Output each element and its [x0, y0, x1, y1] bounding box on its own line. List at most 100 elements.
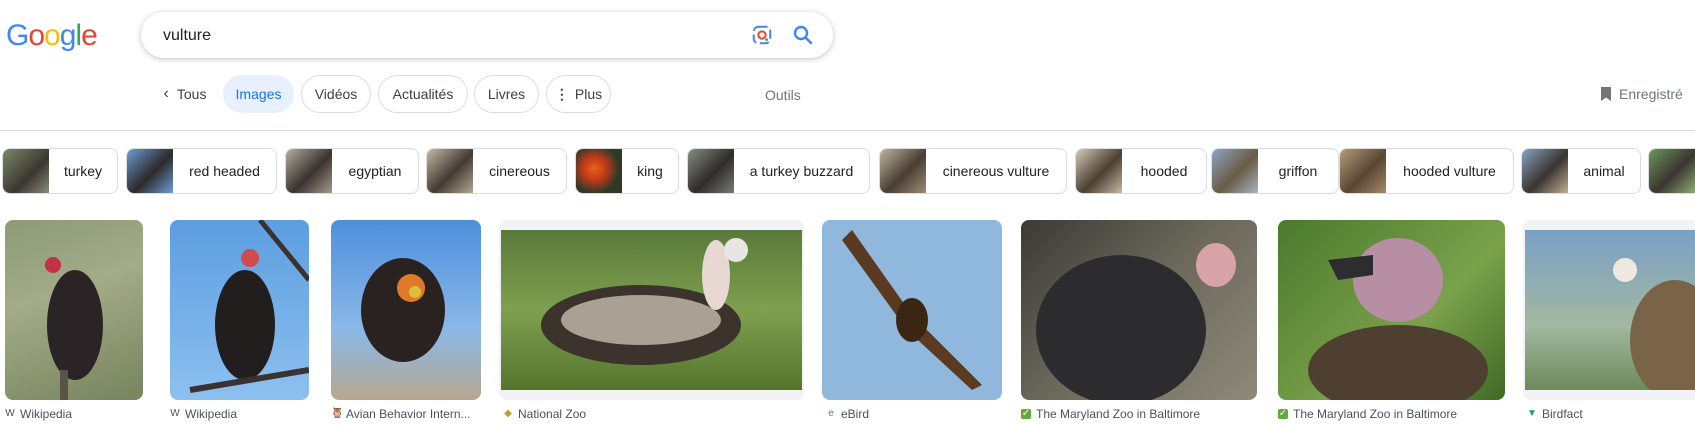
chip-label: egyptian	[348, 163, 402, 179]
logo-letter: o	[44, 19, 61, 52]
ebird-icon: e	[828, 408, 834, 419]
result-source[interactable]: 🦉 Avian Behavior Intern...	[331, 407, 471, 421]
logo-letter: o	[28, 19, 45, 52]
tab-books[interactable]: Livres	[474, 75, 539, 113]
search-box	[141, 12, 833, 60]
chip-partial[interactable]	[1648, 148, 1695, 194]
logo-letter: g	[59, 19, 77, 52]
chip-hooded[interactable]: hooded	[1075, 148, 1207, 194]
image-result[interactable]: W Wikipedia	[5, 220, 143, 421]
logo-letter: e	[81, 19, 98, 52]
source-label: Wikipedia	[20, 407, 73, 421]
result-source[interactable]: ▼ Birdfact	[1527, 407, 1583, 421]
vulture-graphic	[45, 257, 103, 400]
result-image[interactable]	[822, 220, 1002, 400]
chip-thumbnail	[1076, 149, 1122, 193]
tools-button[interactable]: Outils	[765, 87, 801, 103]
bookmark-icon	[1601, 87, 1611, 101]
vulture-graphic	[1308, 238, 1488, 400]
search-icon[interactable]	[791, 23, 815, 47]
source-label: Birdfact	[1542, 407, 1583, 421]
result-source[interactable]: ◆ National Zoo	[503, 407, 586, 421]
tab-label: Images	[235, 86, 282, 102]
google-lens-icon[interactable]	[751, 24, 773, 46]
result-image[interactable]	[1278, 220, 1505, 400]
tab-images[interactable]: Images	[223, 75, 294, 113]
chip-label: a turkey buzzard	[749, 163, 854, 179]
result-source[interactable]: W Wikipedia	[170, 407, 237, 421]
chip-egyptian[interactable]: egyptian	[285, 148, 419, 194]
national-zoo-icon: ◆	[504, 408, 512, 419]
source-label: The Maryland Zoo in Baltimore	[1293, 407, 1458, 421]
image-result[interactable]: ◆ National Zoo	[499, 220, 804, 421]
logo-letter: G	[6, 19, 29, 52]
chip-label: king	[637, 163, 663, 179]
source-label: Avian Behavior Intern...	[346, 407, 471, 421]
image-content	[1525, 230, 1695, 390]
chip-turkey-buzzard[interactable]: a turkey buzzard	[687, 148, 870, 194]
saved-label: Enregistré	[1619, 86, 1683, 102]
result-source[interactable]: ✓ The Maryland Zoo in Baltimore	[1278, 407, 1457, 421]
source-label: National Zoo	[518, 407, 587, 421]
image-result[interactable]: e eBird	[822, 220, 1002, 421]
result-image[interactable]	[5, 220, 143, 400]
chip-king[interactable]: king	[575, 148, 679, 194]
tab-label: Vidéos	[314, 86, 358, 102]
chip-hooded-vulture[interactable]: hooded vulture	[1339, 148, 1514, 194]
chip-label: cinereous	[489, 163, 550, 179]
chip-animal[interactable]: animal	[1521, 148, 1641, 194]
tab-label: Actualités	[392, 86, 454, 102]
chip-label: hooded vulture	[1403, 163, 1496, 179]
image-result[interactable]: ✓ The Maryland Zoo in Baltimore	[1278, 220, 1505, 421]
vulture-graphic	[842, 230, 982, 390]
tab-label: Livres	[487, 86, 526, 102]
chip-thumbnail	[286, 149, 332, 193]
wikipedia-icon: W	[5, 408, 15, 419]
chip-thumbnail	[3, 149, 49, 193]
chip-label: griffon	[1278, 163, 1318, 179]
image-result[interactable]: W Wikipedia	[170, 220, 309, 421]
saved-button[interactable]: Enregistré	[1599, 86, 1683, 102]
search-input[interactable]	[161, 12, 725, 60]
result-image[interactable]	[170, 220, 309, 400]
source-label: Wikipedia	[185, 407, 238, 421]
chip-thumbnail	[1649, 149, 1695, 193]
result-source[interactable]: e eBird	[826, 407, 869, 421]
result-image[interactable]	[499, 220, 804, 400]
chip-label: red headed	[189, 163, 260, 179]
result-image[interactable]	[331, 220, 481, 400]
chip-red-headed[interactable]: red headed	[126, 148, 277, 194]
chip-cinereous[interactable]: cinereous	[426, 148, 567, 194]
chip-label: turkey	[63, 163, 103, 179]
birdfact-icon: ▼	[1527, 408, 1537, 419]
chip-griffon[interactable]: griffon	[1211, 148, 1339, 194]
vulture-graphic	[1613, 258, 1695, 390]
result-image[interactable]	[1021, 220, 1257, 400]
result-image[interactable]	[1523, 220, 1695, 400]
tab-label: Tous	[176, 86, 207, 102]
vulture-graphic	[189, 220, 309, 393]
tab-videos[interactable]: Vidéos	[301, 75, 371, 113]
tab-news[interactable]: Actualités	[378, 75, 468, 113]
image-result[interactable]: ✓ The Maryland Zoo in Baltimore	[1021, 220, 1257, 421]
chip-turkey[interactable]: turkey	[2, 148, 118, 194]
tab-more[interactable]: ⋮ Plus	[546, 75, 611, 113]
maryland-zoo-icon: ✓	[1021, 408, 1031, 419]
chip-label: hooded	[1140, 163, 1188, 179]
source-label: The Maryland Zoo in Baltimore	[1036, 407, 1201, 421]
vulture-graphic	[361, 258, 445, 362]
chip-cinereous-vulture[interactable]: cinereous vulture	[879, 148, 1067, 194]
maryland-zoo-icon: ✓	[1278, 408, 1288, 419]
avian-behavior-icon: 🦉	[331, 408, 344, 419]
result-source[interactable]: ✓ The Maryland Zoo in Baltimore	[1021, 407, 1200, 421]
tab-all[interactable]: ‹ Tous	[150, 75, 220, 113]
source-label: eBird	[841, 407, 870, 421]
result-source[interactable]: W Wikipedia	[5, 407, 72, 421]
chip-label: animal	[1583, 163, 1625, 179]
image-result[interactable]: 🦉 Avian Behavior Intern...	[331, 220, 481, 421]
chip-thumbnail	[1522, 149, 1568, 193]
chip-thumbnail	[576, 149, 622, 193]
image-result[interactable]: ▼ Birdfact	[1523, 220, 1695, 421]
chip-thumbnail	[427, 149, 473, 193]
google-logo[interactable]: Google	[6, 19, 98, 53]
